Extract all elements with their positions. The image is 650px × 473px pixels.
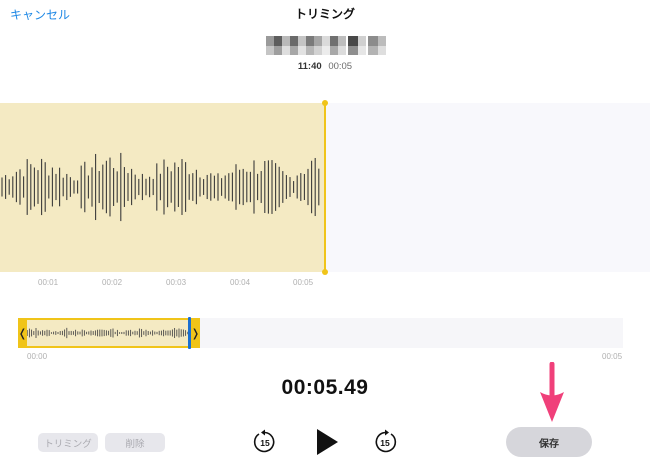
redacted-name-image (266, 36, 386, 55)
timeline-label: 00:03 (166, 278, 187, 287)
play-icon (317, 429, 338, 455)
delete-button[interactable]: 削除 (105, 433, 165, 452)
overview-playhead[interactable] (188, 317, 191, 349)
save-button[interactable]: 保存 (506, 427, 592, 457)
overview-selection[interactable] (19, 318, 198, 348)
trim-handle-bottom-dot[interactable] (322, 269, 328, 275)
waveform-selection[interactable] (0, 103, 325, 272)
overview-waveform (24, 327, 195, 339)
waveform-graph (1, 152, 320, 222)
overview-right-grip[interactable]: ❭ (191, 318, 200, 348)
skip-back-seconds: 15 (260, 438, 270, 448)
recording-duration: 00:05 (328, 61, 353, 72)
skip-back-icon: 15 (253, 429, 275, 453)
waveform-unselected-area (325, 103, 650, 272)
timeline-label: 00:01 (38, 278, 59, 287)
trim-end-handle[interactable] (324, 103, 326, 272)
overview-left-grip[interactable]: ❬ (18, 318, 27, 348)
skip-forward-seconds: 15 (380, 438, 390, 448)
skip-forward-icon: 15 (375, 429, 397, 453)
play-button[interactable] (314, 427, 340, 457)
skip-back-15-button[interactable]: 15 (252, 429, 278, 455)
trim-button[interactable]: トリミング (38, 433, 98, 452)
overview-end-time: 00:05 (602, 352, 623, 361)
recording-meta: 11:40 00:05 (0, 61, 650, 72)
timeline-label: 00:05 (293, 278, 314, 287)
skip-forward-15-button[interactable]: 15 (372, 429, 398, 455)
trim-handle-top-dot[interactable] (322, 100, 328, 106)
overview-track[interactable] (198, 318, 623, 348)
page-title: トリミング (294, 7, 355, 21)
timeline-label: 00:02 (102, 278, 123, 287)
annotation-arrow (537, 361, 567, 429)
timeline-label: 00:04 (230, 278, 251, 287)
overview-start-time: 00:00 (27, 352, 48, 361)
recording-name-redacted (266, 34, 390, 58)
recording-time: 11:40 (297, 61, 322, 72)
down-arrow-icon (540, 361, 564, 422)
